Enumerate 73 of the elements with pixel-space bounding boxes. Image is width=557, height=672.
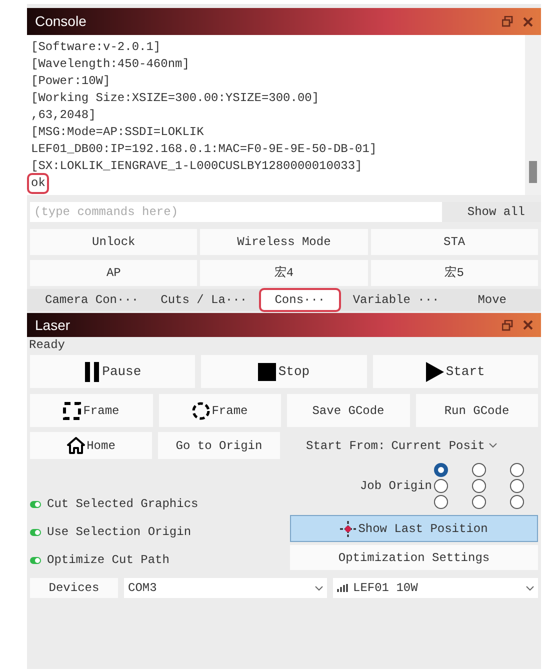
float-icon[interactable] [502,16,513,27]
chevron-icon [488,443,497,448]
close-icon[interactable] [523,16,533,26]
console-line: [Software:v-2.0.1] [31,39,162,56]
option-label: Cut Selected Graphics [47,496,198,513]
radio-button[interactable] [472,463,486,477]
stop-button[interactable]: Stop [201,355,367,388]
stop-icon [258,362,276,380]
console-line: [SX:LOKLIK_IENGRAVE_1-L000CUSLBY1280000010033] [31,158,364,175]
go-to-origin-button[interactable]: Go to Origin [158,432,280,459]
tab[interactable]: Cons··· [261,290,339,310]
devices-button[interactable]: Devices [30,578,118,598]
macro-button[interactable]: Wireless Mode [200,229,368,255]
circle-frame-icon [192,402,210,420]
crosshair-icon [340,520,356,536]
console-line: ok [29,175,48,192]
start-button[interactable]: Start [372,355,538,388]
option-label: Use Selection Origin [47,524,192,541]
radio-button[interactable] [472,495,486,509]
macro-button[interactable]: 宏5 [370,260,538,286]
job-origin-label: Job Origin [360,478,432,495]
status-text: Ready [28,337,66,353]
console-line: [MSG:Mode=AP:SSDI=LOKLIK [31,124,205,141]
start-from-label: Start From: [306,438,386,454]
start-from-dropdown[interactable]: Current Posit [391,434,538,456]
tab[interactable]: Cuts / La··· [152,290,256,310]
toggle-switch[interactable] [30,500,41,508]
close-icon[interactable] [523,320,533,330]
pause-icon [84,362,100,382]
frame-button[interactable]: Frame [30,394,152,427]
console-line: ,63,2048] [31,107,97,124]
radio-button[interactable] [472,479,486,493]
scrollbar[interactable] [525,35,541,195]
command-input-field[interactable]: (type commands here) [30,202,442,222]
tab[interactable]: Variable ··· [344,290,448,310]
console-line: [Working Size:XSIZE=300.00:YSIZE=300.00] [31,90,320,107]
show-all-button[interactable]: Show all [442,202,541,222]
toggle-switch[interactable] [30,556,41,564]
radio-button[interactable] [510,495,524,509]
macro-button[interactable]: AP [30,260,198,286]
tab[interactable]: Camera Con··· [37,290,147,310]
macro-button[interactable]: 宏4 [200,260,368,286]
panel-title: Console [35,12,86,31]
chevron-icon [526,586,534,590]
macro-button[interactable]: STA [370,229,538,255]
play-icon [426,362,444,382]
optimization-settings-button[interactable]: Optimization Settings [290,545,538,570]
frame-button[interactable]: Frame [158,394,281,427]
console-line: LEF01_DB00:IP=192.168.0.1:MAC=F0-9E-9E-50-DB-01] [31,141,378,158]
rectangle-frame-icon [63,402,82,420]
option-label: Optimize Cut Path [47,552,170,569]
signal-icon [337,584,351,592]
pause-button[interactable]: Pause [30,355,196,388]
radio-button[interactable] [434,479,448,493]
panel-title: Laser [35,316,70,334]
chevron-icon [315,586,323,590]
radio-button[interactable] [434,495,448,509]
port-dropdown[interactable]: COM3 [124,578,327,598]
home-button[interactable]: Home [30,432,152,459]
float-icon[interactable] [502,320,513,330]
console-line: [Wavelength:450-460nm] [31,56,190,73]
radio-button[interactable] [510,479,524,493]
tab[interactable]: Move [453,290,531,310]
radio-button[interactable] [434,463,448,477]
device-dropdown[interactable]: LEF01 10W [333,578,538,598]
toggle-switch[interactable] [30,528,41,536]
macro-button[interactable]: Unlock [30,229,198,255]
gcode-button[interactable]: Save GCode [287,394,410,427]
home-icon [66,437,85,454]
console-line: [Power:10W] [31,73,112,90]
gcode-button[interactable]: Run GCode [416,394,538,427]
show-last-position-button[interactable]: Show Last Position [290,515,538,542]
radio-button[interactable] [510,463,524,477]
